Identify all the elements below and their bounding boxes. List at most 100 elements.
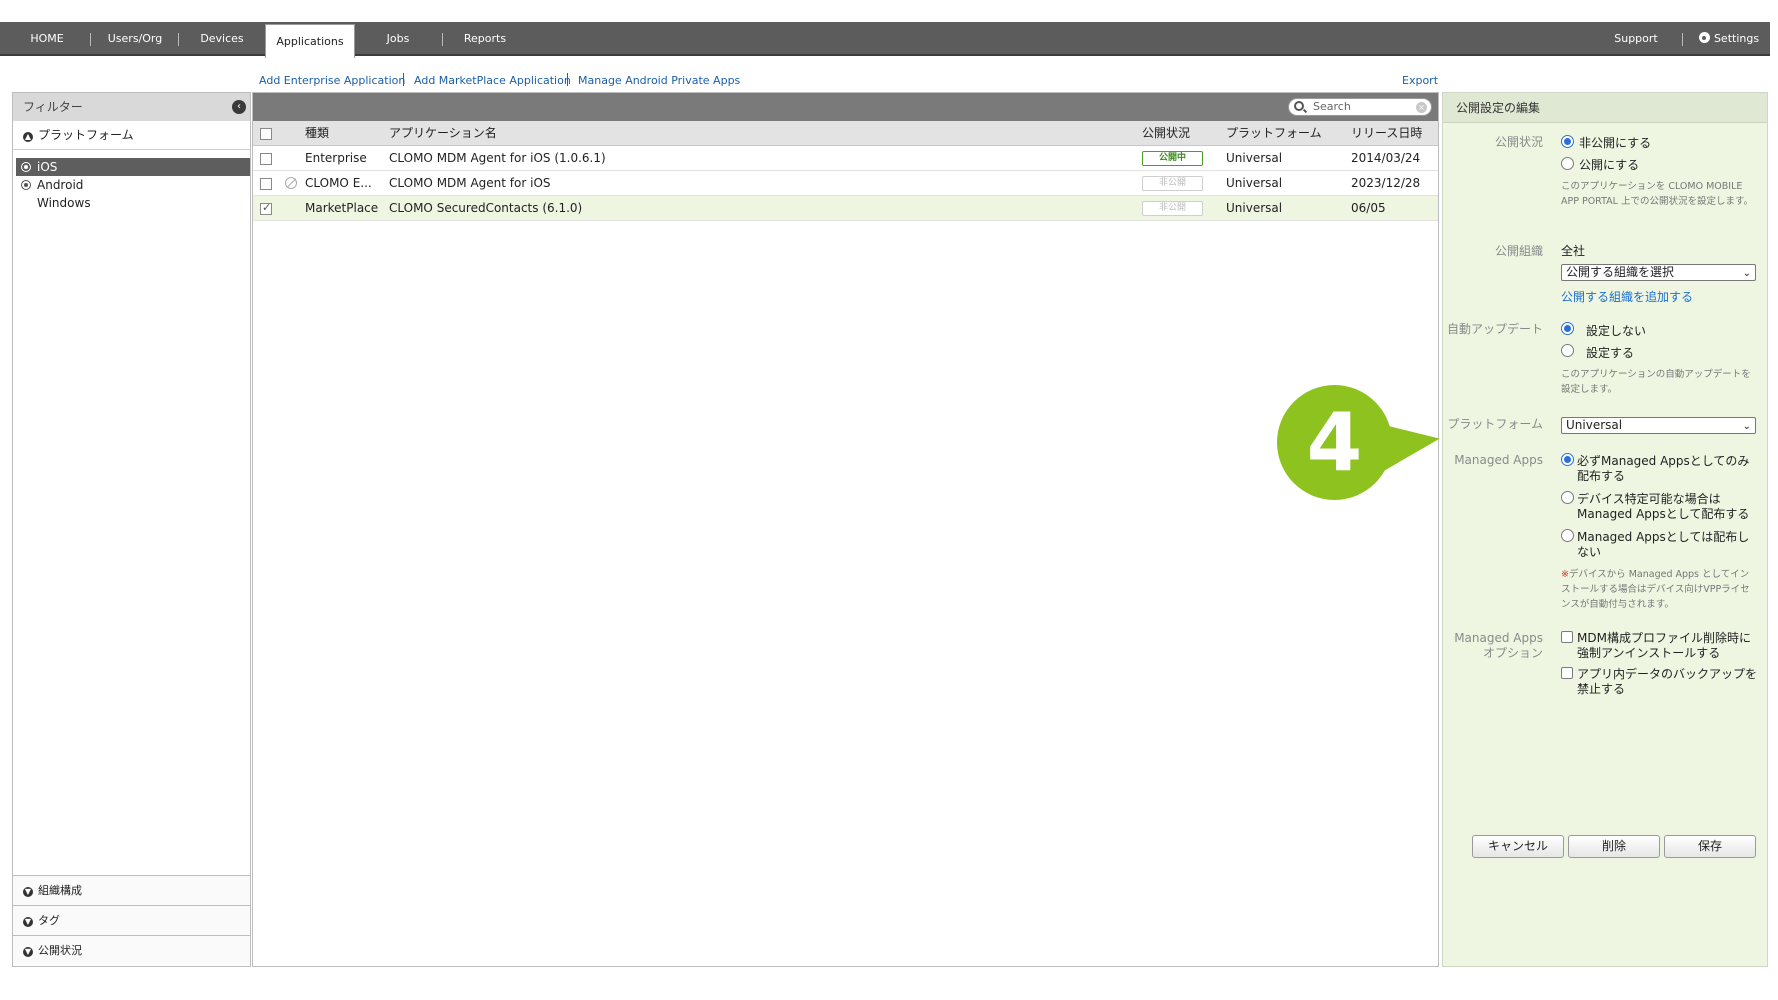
publish-note: このアプリケーションを CLOMO MOBILE APP PORTAL 上での公… — [1561, 181, 1754, 207]
platform-label: Android — [37, 178, 84, 192]
nav-separator — [90, 33, 91, 46]
search-input[interactable]: Search × — [1288, 98, 1432, 116]
platform-item-android[interactable]: Android — [13, 176, 250, 194]
step-number: 4 — [1306, 396, 1363, 489]
filter-section-org[interactable]: ▼ 組織構成 — [13, 875, 250, 905]
row-type: MarketPlace — [305, 201, 379, 215]
row-release-date: 06/05 — [1351, 201, 1386, 215]
target-icon — [21, 180, 31, 190]
col-app-name[interactable]: アプリケーション名 — [389, 121, 497, 146]
row-platform: Universal — [1226, 176, 1283, 190]
platform-select[interactable]: Universal ⌄ — [1561, 417, 1756, 434]
org-value: 全社 — [1561, 244, 1586, 258]
manage-android-private-apps-link[interactable]: Manage Android Private Apps — [578, 74, 740, 87]
platform-section-header[interactable]: ▲ プラットフォーム — [13, 121, 250, 150]
platform-item-ios[interactable]: iOS — [16, 158, 250, 176]
org-select-value: 公開する組織を選択 — [1566, 265, 1675, 279]
table-row[interactable]: CLOMO E... CLOMO MDM Agent for iOS 非公開 U… — [253, 171, 1438, 196]
chevron-down-icon: ⌄ — [1742, 421, 1751, 432]
nav-reports[interactable]: Reports — [450, 22, 520, 56]
radio-autoupdate-on[interactable] — [1561, 344, 1574, 357]
export-link[interactable]: Export — [1402, 74, 1438, 87]
checkbox-prohibit-backup-label: アプリ内データのバックアップを禁止する — [1577, 667, 1758, 696]
platform-label: iOS — [37, 160, 58, 174]
radio-not-managed-label: Managed Appsとしては配布しない — [1577, 530, 1750, 559]
col-publish-status[interactable]: 公開状況 — [1142, 121, 1190, 146]
col-release-date[interactable]: リリース日時 — [1351, 121, 1422, 146]
row-checkbox[interactable] — [260, 178, 272, 190]
settings-label: Settings — [1713, 32, 1760, 45]
table-row[interactable]: Enterprise CLOMO MDM Agent for iOS (1.0.… — [253, 146, 1438, 171]
radio-autoupdate-on-label: 設定する — [1586, 346, 1635, 360]
filter-section-publish-status[interactable]: ▼ 公開状況 — [13, 935, 250, 965]
link-separator — [567, 73, 568, 86]
filter-header: フィルター ‹ — [13, 93, 250, 121]
radio-autoupdate-off[interactable] — [1561, 322, 1574, 335]
gear-icon — [1698, 32, 1710, 43]
save-button[interactable]: 保存 — [1664, 835, 1756, 858]
search-icon — [1294, 101, 1304, 111]
row-checkbox[interactable] — [260, 153, 272, 165]
note-mark: ※ — [1561, 569, 1569, 580]
select-all-checkbox[interactable] — [260, 128, 272, 140]
add-org-link[interactable]: 公開する組織を追加する — [1561, 288, 1693, 305]
filter-section-tag[interactable]: ▼ タグ — [13, 905, 250, 935]
chevron-down-icon: ⌄ — [1742, 268, 1751, 279]
radio-managed-if-identifiable[interactable] — [1561, 491, 1574, 504]
nav-devices[interactable]: Devices — [186, 22, 258, 56]
col-type[interactable]: 種類 — [305, 121, 329, 146]
link-separator — [403, 73, 404, 86]
row-checkbox[interactable] — [260, 201, 272, 215]
platform-label: Windows — [37, 196, 91, 210]
nav-users-org[interactable]: Users/Org — [96, 22, 174, 56]
nav-home[interactable]: HOME — [14, 22, 80, 56]
platform-item-windows[interactable]: Windows — [13, 194, 250, 212]
row-app-name: CLOMO SecuredContacts (6.1.0) — [389, 201, 583, 215]
col-platform[interactable]: プラットフォーム — [1226, 121, 1322, 146]
chevron-down-icon: ▼ — [23, 917, 33, 927]
managed-options-label-2: オプション — [1482, 646, 1543, 660]
nav-settings[interactable]: Settings — [1690, 22, 1768, 56]
filter-section-label: 公開状況 — [38, 944, 82, 957]
nav-support[interactable]: Support — [1600, 22, 1672, 56]
auto-update-label: 自動アップデート — [1446, 322, 1543, 336]
cancel-button[interactable]: キャンセル — [1472, 835, 1564, 858]
clear-icon[interactable]: × — [1416, 102, 1427, 113]
collapse-left-icon[interactable]: ‹ — [232, 100, 246, 114]
row-platform: Universal — [1226, 201, 1283, 215]
checkbox-force-uninstall[interactable] — [1561, 631, 1573, 643]
row-release-date: 2014/03/24 — [1351, 151, 1421, 165]
add-marketplace-application-link[interactable]: Add MarketPlace Application — [414, 74, 571, 87]
table-row[interactable]: MarketPlace CLOMO SecuredContacts (6.1.0… — [253, 196, 1438, 221]
radio-unpublish[interactable] — [1561, 135, 1574, 148]
radio-managed-only[interactable] — [1561, 453, 1574, 466]
publish-settings-panel: 公開設定の編集 公開状況 非公開にする 公開にする このアプリケーションを CL… — [1442, 92, 1768, 967]
delete-button[interactable]: 削除 — [1568, 835, 1660, 858]
checkbox-prohibit-backup[interactable] — [1561, 667, 1573, 679]
chevron-down-icon: ▼ — [23, 947, 33, 957]
table-header: 種類 アプリケーション名 公開状況 プラットフォーム リリース日時 — [253, 121, 1438, 146]
row-release-date: 2023/12/28 — [1351, 176, 1421, 190]
radio-not-managed[interactable] — [1561, 529, 1574, 542]
nav-separator — [1682, 33, 1683, 46]
org-label: 公開組織 — [1494, 244, 1543, 258]
row-app-name: CLOMO MDM Agent for iOS (1.0.6.1) — [389, 151, 606, 165]
status-badge: 公開中 — [1142, 151, 1203, 166]
nav-separator — [442, 33, 443, 46]
target-icon — [21, 162, 31, 172]
radio-unpublish-label: 非公開にする — [1579, 136, 1652, 150]
status-badge: 非公開 — [1142, 201, 1203, 216]
row-platform: Universal — [1226, 151, 1283, 165]
search-placeholder: Search — [1313, 100, 1351, 113]
platform-select-value: Universal — [1566, 418, 1623, 432]
nav-applications[interactable]: Applications — [265, 24, 355, 58]
nav-jobs[interactable]: Jobs — [362, 22, 434, 56]
managed-apps-label: Managed Apps — [1454, 453, 1543, 467]
filter-section-label: タグ — [38, 914, 60, 927]
org-select[interactable]: 公開する組織を選択 ⌄ — [1561, 264, 1756, 281]
top-navigation: HOME Users/Org Devices Applications Jobs… — [0, 22, 1770, 58]
radio-managed-only-label: 必ずManaged Appsとしてのみ配布する — [1577, 454, 1750, 483]
add-enterprise-application-link[interactable]: Add Enterprise Application — [259, 74, 405, 87]
radio-publish[interactable] — [1561, 157, 1574, 170]
platform-section-label: プラットフォーム — [38, 128, 134, 142]
